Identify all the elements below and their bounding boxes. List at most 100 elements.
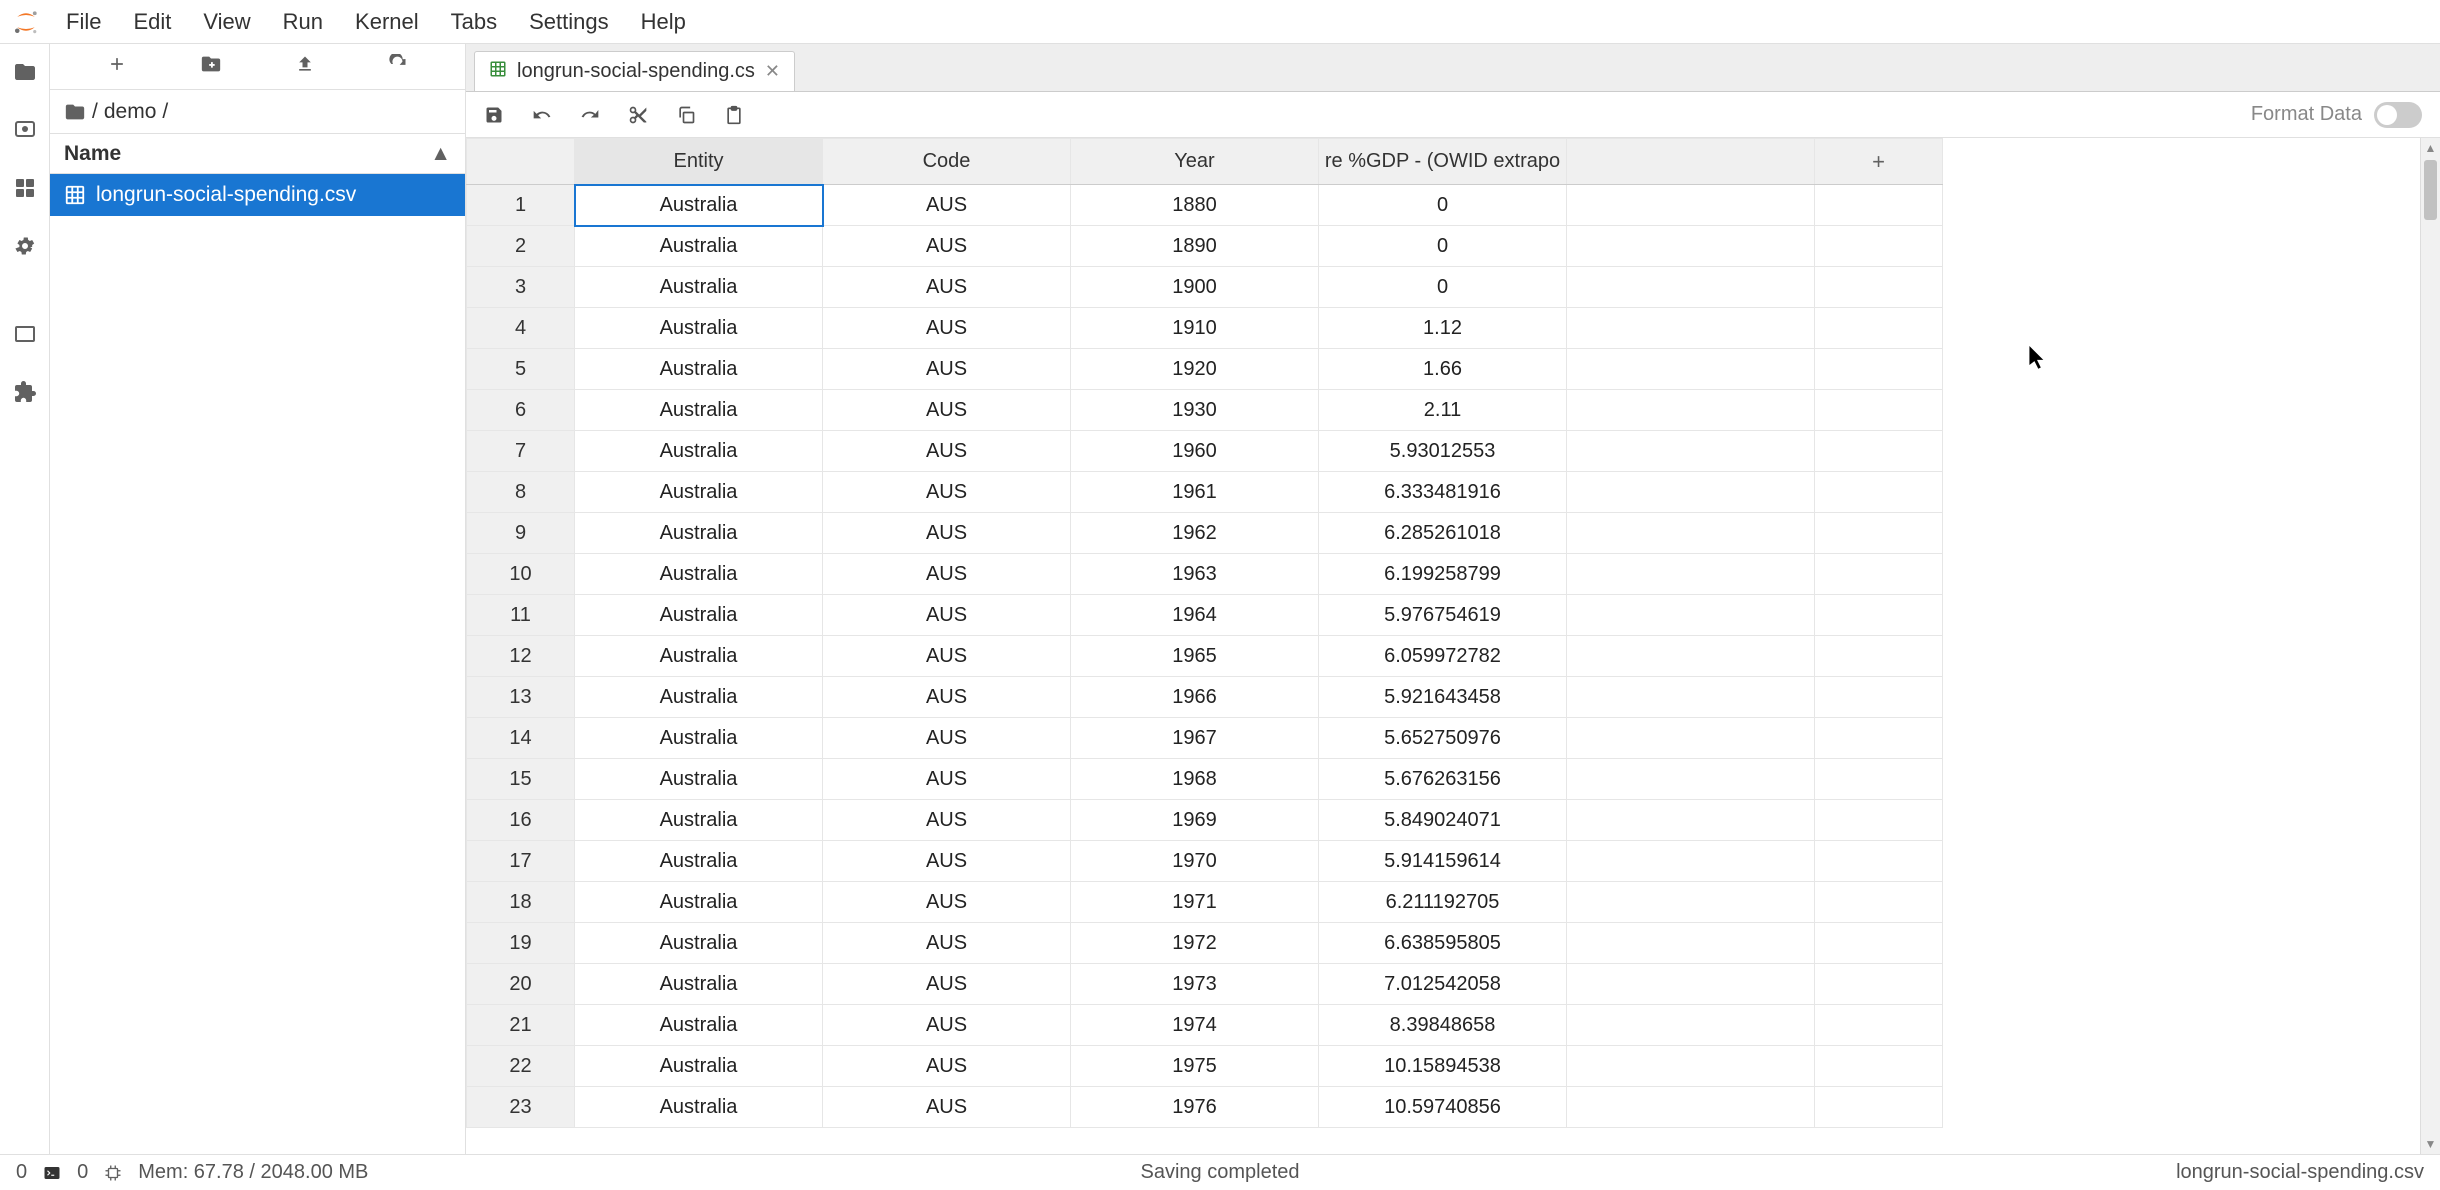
copy-button[interactable] bbox=[676, 105, 696, 125]
cell-empty[interactable] bbox=[1815, 390, 1943, 431]
cell[interactable]: 6.638595805 bbox=[1319, 923, 1567, 964]
cell[interactable]: AUS bbox=[823, 636, 1071, 677]
cell[interactable]: 1961 bbox=[1071, 472, 1319, 513]
cell[interactable]: 1920 bbox=[1071, 349, 1319, 390]
cell[interactable]: 1963 bbox=[1071, 554, 1319, 595]
cell[interactable]: Australia bbox=[575, 513, 823, 554]
cell[interactable]: Australia bbox=[575, 267, 823, 308]
row-number[interactable]: 22 bbox=[467, 1046, 575, 1087]
cell[interactable]: AUS bbox=[823, 185, 1071, 226]
cell[interactable]: 1910 bbox=[1071, 308, 1319, 349]
cell[interactable]: AUS bbox=[823, 964, 1071, 1005]
cell[interactable]: AUS bbox=[823, 1087, 1071, 1128]
cell-empty[interactable] bbox=[1567, 800, 1815, 841]
cell-empty[interactable] bbox=[1567, 759, 1815, 800]
cell-empty[interactable] bbox=[1815, 964, 1943, 1005]
row-number[interactable]: 17 bbox=[467, 841, 575, 882]
cell[interactable]: Australia bbox=[575, 390, 823, 431]
cell[interactable]: Australia bbox=[575, 472, 823, 513]
cell-empty[interactable] bbox=[1815, 226, 1943, 267]
cell[interactable]: AUS bbox=[823, 882, 1071, 923]
row-number[interactable]: 5 bbox=[467, 349, 575, 390]
cell[interactable]: 5.93012553 bbox=[1319, 431, 1567, 472]
cell-empty[interactable] bbox=[1815, 759, 1943, 800]
format-data-toggle[interactable]: Format Data bbox=[2251, 102, 2422, 128]
cell[interactable]: 6.211192705 bbox=[1319, 882, 1567, 923]
menu-edit[interactable]: Edit bbox=[117, 1, 187, 43]
row-number[interactable]: 11 bbox=[467, 595, 575, 636]
table-row[interactable]: 1AustraliaAUS18800 bbox=[467, 185, 1943, 226]
cell[interactable]: AUS bbox=[823, 677, 1071, 718]
cell[interactable]: 6.199258799 bbox=[1319, 554, 1567, 595]
vertical-scrollbar[interactable]: ▲ ▼ bbox=[2420, 138, 2440, 1154]
extensions-icon[interactable] bbox=[13, 380, 37, 404]
cell-empty[interactable] bbox=[1567, 677, 1815, 718]
cell-empty[interactable] bbox=[1815, 267, 1943, 308]
cell[interactable]: 1962 bbox=[1071, 513, 1319, 554]
cell[interactable]: Australia bbox=[575, 677, 823, 718]
terminal-icon[interactable] bbox=[43, 1164, 61, 1182]
cell[interactable]: Australia bbox=[575, 1005, 823, 1046]
cell[interactable]: 1972 bbox=[1071, 923, 1319, 964]
add-column-header[interactable]: + bbox=[1815, 139, 1943, 185]
corner-cell[interactable] bbox=[467, 139, 575, 185]
table-row[interactable]: 19AustraliaAUS19726.638595805 bbox=[467, 923, 1943, 964]
cell-empty[interactable] bbox=[1815, 1087, 1943, 1128]
cell-empty[interactable] bbox=[1815, 1046, 1943, 1087]
column-header-value[interactable]: re %GDP - (OWID extrapo bbox=[1319, 139, 1567, 185]
cell-empty[interactable] bbox=[1815, 185, 1943, 226]
status-kernels-count[interactable]: 0 bbox=[77, 1161, 88, 1184]
cell-empty[interactable] bbox=[1567, 882, 1815, 923]
cell[interactable]: AUS bbox=[823, 1005, 1071, 1046]
cell-empty[interactable] bbox=[1815, 349, 1943, 390]
cell[interactable]: Australia bbox=[575, 923, 823, 964]
cell-empty[interactable] bbox=[1567, 513, 1815, 554]
cell[interactable]: 5.976754619 bbox=[1319, 595, 1567, 636]
row-number[interactable]: 8 bbox=[467, 472, 575, 513]
row-number[interactable]: 18 bbox=[467, 882, 575, 923]
cell[interactable]: 5.921643458 bbox=[1319, 677, 1567, 718]
plus-icon[interactable]: + bbox=[1872, 149, 1885, 174]
row-number[interactable]: 7 bbox=[467, 431, 575, 472]
row-number[interactable]: 12 bbox=[467, 636, 575, 677]
row-number[interactable]: 19 bbox=[467, 923, 575, 964]
cell[interactable]: Australia bbox=[575, 226, 823, 267]
scroll-up-icon[interactable]: ▲ bbox=[2421, 138, 2440, 158]
cell-empty[interactable] bbox=[1815, 677, 1943, 718]
cell[interactable]: 1971 bbox=[1071, 882, 1319, 923]
cell[interactable]: 6.059972782 bbox=[1319, 636, 1567, 677]
table-row[interactable]: 14AustraliaAUS19675.652750976 bbox=[467, 718, 1943, 759]
toggle-switch[interactable] bbox=[2374, 102, 2422, 128]
cell[interactable]: AUS bbox=[823, 800, 1071, 841]
cell[interactable]: 1968 bbox=[1071, 759, 1319, 800]
cell[interactable]: 10.15894538 bbox=[1319, 1046, 1567, 1087]
cell[interactable]: AUS bbox=[823, 1046, 1071, 1087]
row-number[interactable]: 20 bbox=[467, 964, 575, 1005]
cell[interactable]: 1930 bbox=[1071, 390, 1319, 431]
row-number[interactable]: 6 bbox=[467, 390, 575, 431]
new-launcher-button[interactable] bbox=[97, 48, 137, 86]
cell-empty[interactable] bbox=[1815, 841, 1943, 882]
cell[interactable]: AUS bbox=[823, 759, 1071, 800]
new-folder-button[interactable] bbox=[190, 47, 232, 87]
cell[interactable]: 5.849024071 bbox=[1319, 800, 1567, 841]
cell-empty[interactable] bbox=[1567, 595, 1815, 636]
cell[interactable]: 1.66 bbox=[1319, 349, 1567, 390]
cell-empty[interactable] bbox=[1567, 226, 1815, 267]
settings-gear-icon[interactable] bbox=[13, 234, 37, 258]
breadcrumb-item[interactable]: demo bbox=[104, 100, 157, 124]
menu-kernel[interactable]: Kernel bbox=[339, 1, 435, 43]
cell[interactable]: Australia bbox=[575, 185, 823, 226]
cell[interactable]: Australia bbox=[575, 964, 823, 1005]
table-row[interactable]: 6AustraliaAUS19302.11 bbox=[467, 390, 1943, 431]
row-number[interactable]: 15 bbox=[467, 759, 575, 800]
undo-button[interactable] bbox=[532, 105, 552, 125]
cell[interactable]: Australia bbox=[575, 882, 823, 923]
cell[interactable]: AUS bbox=[823, 923, 1071, 964]
cell-empty[interactable] bbox=[1815, 636, 1943, 677]
cell[interactable]: 1.12 bbox=[1319, 308, 1567, 349]
menu-file[interactable]: File bbox=[50, 1, 117, 43]
data-grid[interactable]: Entity Code Year re %GDP - (OWID extrapo… bbox=[466, 138, 1943, 1128]
row-number[interactable]: 23 bbox=[467, 1087, 575, 1128]
table-row[interactable]: 20AustraliaAUS19737.012542058 bbox=[467, 964, 1943, 1005]
